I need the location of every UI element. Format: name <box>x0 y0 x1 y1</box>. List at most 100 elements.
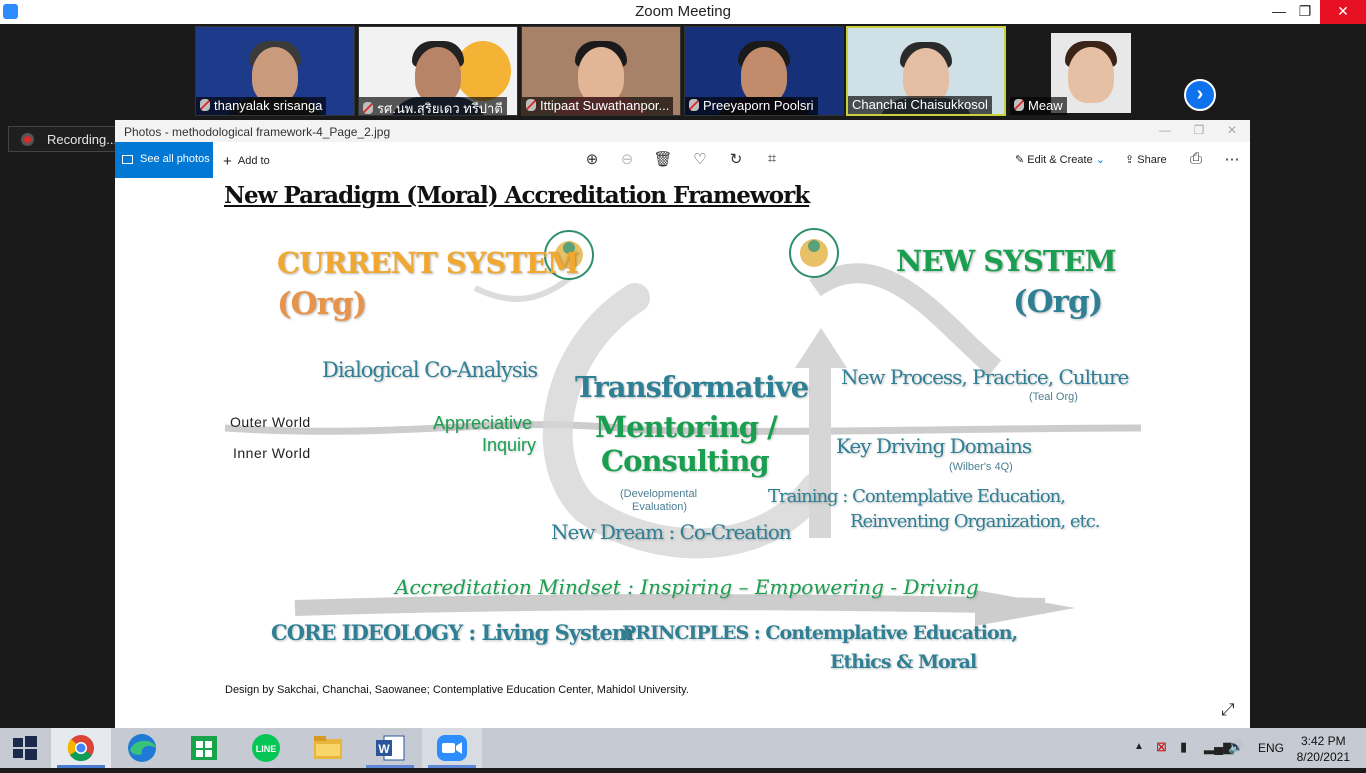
store-icon <box>191 736 217 760</box>
reinventing-label: Reinventing Organization, etc. <box>850 511 1101 532</box>
favorite-icon[interactable]: ♡ <box>690 150 710 168</box>
muted-mic-icon <box>363 102 373 114</box>
expand-icon[interactable]: ⤢ <box>1221 700 1235 720</box>
dialogical-co-analysis: Dialogical Co-Analysis <box>322 358 538 382</box>
participant-name: thanyalak srisanga <box>214 98 323 113</box>
photos-minimize-button[interactable]: — <box>1150 123 1180 137</box>
edit-icon: ✎ <box>1015 154 1025 166</box>
edge-icon <box>128 734 156 762</box>
participant-tile-active[interactable]: Chanchai Chaisukkosol <box>846 26 1006 116</box>
principles-label: PRINCIPLES : Contemplative Education, <box>622 622 1018 644</box>
zoom-out-icon[interactable]: ⊖ <box>617 150 637 168</box>
recording-icon <box>21 133 34 146</box>
consulting-label: Consulting <box>601 444 770 478</box>
participant-name: Chanchai Chaisukkosol <box>852 97 988 112</box>
chevron-down-icon: ⌄ <box>1095 154 1105 166</box>
svg-text:W: W <box>378 742 390 756</box>
delete-icon[interactable]: 🗑 <box>653 150 673 168</box>
photos-icon <box>122 155 133 164</box>
zoom-in-icon[interactable]: ⊕ <box>582 150 602 168</box>
photos-window-title: Photos - methodological framework-4_Page… <box>124 125 391 139</box>
photos-close-button[interactable]: ✕ <box>1217 123 1247 137</box>
share-button[interactable]: ⇪ Share <box>1125 153 1167 166</box>
see-all-photos-button[interactable]: See all photos <box>115 142 213 178</box>
next-page-button[interactable]: › <box>1184 79 1216 111</box>
chrome-taskbar-button[interactable] <box>51 728 111 768</box>
wilber-label: (Wilber's 4Q) <box>949 461 1013 473</box>
recording-label: Recording... <box>47 132 118 147</box>
mentoring-label: Mentoring / <box>595 410 778 444</box>
start-button[interactable] <box>0 728 50 768</box>
clock-time: 3:42 PM <box>1300 734 1346 748</box>
participant-name: Ittipaat Suwathanpor... <box>540 98 670 113</box>
svg-text:LINE: LINE <box>256 744 277 754</box>
participant-strip: thanyalak srisanga รศ.นพ.สุริยเดว ทรีปาต… <box>0 24 1366 120</box>
evaluation-label: Evaluation) <box>632 501 688 513</box>
chrome-icon <box>67 735 94 762</box>
slide-image: New Paradigm (Moral) Accreditation Frame… <box>115 178 1250 728</box>
current-org-label: (Org) <box>277 286 367 322</box>
photos-title-bar: Photos - methodological framework-4_Page… <box>115 120 1250 142</box>
new-org-label: (Org) <box>1013 284 1103 320</box>
core-ideology-label: CORE IDEOLOGY : Living System <box>271 620 634 645</box>
store-taskbar-button[interactable] <box>174 728 234 768</box>
muted-mic-icon <box>1014 99 1024 111</box>
muted-mic-icon <box>526 99 536 111</box>
participant-name: รศ.นพ.สุริยเดว ทรีปาตี <box>377 101 503 115</box>
zoom-icon <box>437 735 467 761</box>
teal-org-label: (Teal Org) <box>1029 391 1078 403</box>
participant-tile[interactable]: Meaw <box>1009 26 1169 116</box>
file-explorer-taskbar-button[interactable] <box>298 728 358 768</box>
print-icon[interactable]: ⎙ <box>1186 150 1206 167</box>
crop-icon[interactable]: ⌗ <box>762 150 782 167</box>
developmental-label: (Developmental <box>620 488 698 500</box>
new-process-label: New Process, Practice, Culture <box>841 365 1129 389</box>
edit-create-button[interactable]: ✎ Edit & Create ⌄ <box>1015 153 1105 166</box>
photos-toolbar: See all photos + Add to ⊕ ⊖ 🗑 ♡ ↻ ⌗ ✎ Ed… <box>115 142 1250 178</box>
line-taskbar-button[interactable]: LINE <box>236 728 296 768</box>
share-icon: ⇪ <box>1125 154 1135 166</box>
appreciative-label: Appreciative <box>433 413 533 433</box>
participant-tile[interactable]: thanyalak srisanga <box>195 26 355 116</box>
zoom-taskbar-button[interactable] <box>422 728 482 768</box>
rotate-icon[interactable]: ↻ <box>726 150 746 168</box>
photos-maximize-button[interactable]: ❐ <box>1184 123 1214 137</box>
transformative-label: Transformative <box>575 370 809 404</box>
mindset-label: Accreditation Mindset : Inspiring – Empo… <box>395 575 979 599</box>
windows-icon <box>13 736 37 760</box>
more-options-icon[interactable]: ⋯ <box>1222 150 1242 168</box>
zoom-window-title: Zoom Meeting <box>635 3 731 20</box>
key-driving-label: Key Driving Domains <box>836 434 1032 458</box>
current-system-label: CURRENT SYSTEM <box>277 246 579 280</box>
outer-world-label: Outer World <box>230 414 311 430</box>
battery-icon[interactable]: ▮ <box>1180 739 1187 755</box>
inquiry-label: Inquiry <box>482 435 537 455</box>
new-dream-label: New Dream : Co-Creation <box>551 520 792 544</box>
zoom-title-bar: Zoom Meeting — ❐ ✕ <box>0 0 1366 24</box>
line-icon: LINE <box>252 734 280 762</box>
ethics-moral-label: Ethics & Moral <box>830 651 977 673</box>
close-button[interactable]: ✕ <box>1320 0 1366 24</box>
language-indicator[interactable]: ENG <box>1258 741 1284 755</box>
new-system-label: NEW SYSTEM <box>896 244 1117 278</box>
windows-taskbar: LINE W ▲ ⊠ ▮ ▂▄▆ 🔊 ENG 3:42 PM 8/20/2021 <box>0 728 1366 768</box>
network-error-icon[interactable]: ⊠ <box>1156 739 1167 755</box>
credit-line: Design by Sakchai, Chanchai, Saowanee; C… <box>225 684 689 696</box>
recording-indicator[interactable]: Recording... <box>8 126 132 152</box>
show-hidden-icons-icon[interactable]: ▲ <box>1134 741 1144 752</box>
participant-tile[interactable]: Preeyaporn Poolsri <box>684 26 844 116</box>
photos-window: Photos - methodological framework-4_Page… <box>115 120 1250 728</box>
edge-taskbar-button[interactable] <box>112 728 172 768</box>
participant-name: Meaw <box>1028 98 1063 113</box>
folder-icon <box>314 736 342 759</box>
training-label: Training : Contemplative Education, <box>768 486 1066 507</box>
slide-title: New Paradigm (Moral) Accreditation Frame… <box>224 182 810 209</box>
volume-icon[interactable]: 🔊 <box>1228 739 1244 755</box>
muted-mic-icon <box>200 99 210 111</box>
clock[interactable]: 3:42 PM 8/20/2021 <box>1297 733 1350 765</box>
inner-world-label: Inner World <box>233 445 311 461</box>
add-to-button[interactable]: + Add to <box>223 153 270 170</box>
word-taskbar-button[interactable]: W <box>360 728 420 768</box>
participant-tile[interactable]: รศ.นพ.สุริยเดว ทรีปาตี <box>358 26 518 116</box>
participant-tile[interactable]: Ittipaat Suwathanpor... <box>521 26 681 116</box>
